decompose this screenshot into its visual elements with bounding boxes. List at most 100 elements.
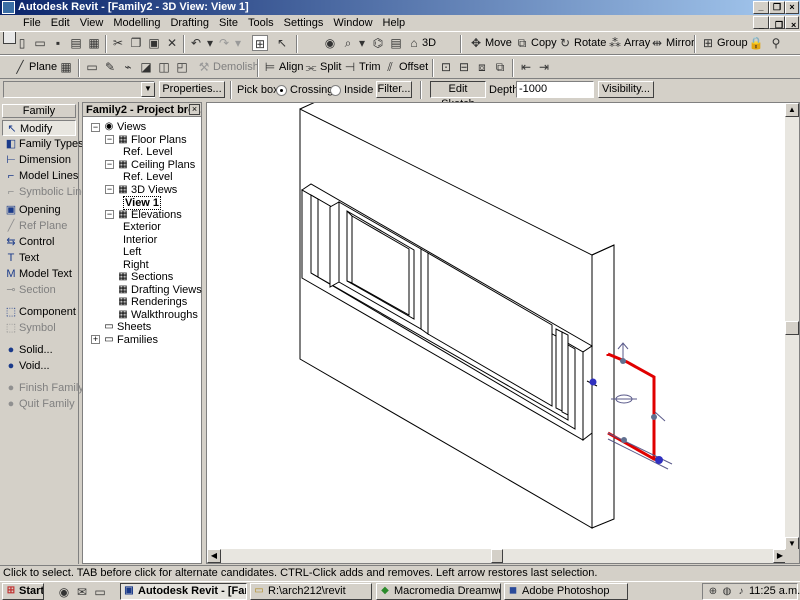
move-icon[interactable]: ✥ [468,35,484,51]
select-b-icon[interactable]: ⊟ [456,59,472,75]
copy-clip-icon[interactable]: ❐ [128,35,144,51]
offset-icon[interactable]: ⫽ [382,59,398,75]
link-b-icon[interactable]: ⇥ [536,59,552,75]
grid-icon[interactable]: ▦ [58,59,74,75]
crossing-label[interactable]: Crossing [290,82,333,98]
paste-icon[interactable]: ▣ [146,35,162,51]
close-icon[interactable]: × [785,1,799,14]
tree-node-exterior[interactable]: Exterior [123,221,161,233]
cut-icon[interactable]: ✂ [110,35,126,51]
menu-modelling[interactable]: Modelling [108,15,165,31]
tree-node-3d-views[interactable]: 3D Views [131,184,177,196]
visibility-button[interactable]: Visibility... [598,81,654,98]
design-bar-quit-family[interactable]: ● Quit Family [2,396,76,412]
design-bar-opening[interactable]: ▣ Opening [2,202,76,218]
chevron-down-icon[interactable]: ▼ [141,82,155,97]
3d-model-drawing[interactable] [207,103,787,551]
group-icon[interactable]: ⊞ [700,35,716,51]
redo-drop-icon[interactable]: ▾ [230,35,246,51]
select-a-icon[interactable]: ⊡ [438,59,454,75]
design-bar-tab-family[interactable]: Family [2,104,76,118]
unjoin-icon[interactable]: ◰ [174,59,190,75]
link-a-icon[interactable]: ⇤ [518,59,534,75]
inside-radio[interactable] [330,85,341,96]
3d-view-label[interactable]: 3D [422,35,436,51]
tree-node-floor-plans[interactable]: Floor Plans [131,134,187,146]
menu-view[interactable]: View [75,15,109,31]
open-icon[interactable]: ▭ [32,35,48,51]
design-bar-void[interactable]: ● Void... [2,358,76,374]
copy-icon[interactable]: ⧉ [514,35,530,51]
menu-tools[interactable]: Tools [243,15,279,31]
selected-sketch[interactable] [606,352,658,462]
tree-node-ref-level[interactable]: Ref. Level [123,171,173,183]
properties-button[interactable]: Properties... [159,81,225,98]
quicklaunch-outlook-icon[interactable]: ✉ [74,584,90,600]
scroll-up-icon[interactable]: ▲ [785,103,799,117]
print-icon[interactable]: ▦ [86,35,102,51]
tree-node-right[interactable]: Right [123,259,149,271]
copy-button[interactable]: Copy [531,35,557,51]
split-icon[interactable]: ⫘ [303,59,319,75]
expand-icon[interactable]: + [91,335,100,344]
menu-site[interactable]: Site [214,15,243,31]
menu-help[interactable]: Help [378,15,411,31]
horizontal-scrollbar[interactable]: ◀ ▶ [207,549,787,563]
3d-view-canvas[interactable]: ▲ ▼ ◀ ▶ [206,102,800,564]
tree-node-sheets[interactable]: Sheets [117,321,151,333]
array-icon[interactable]: ⁂ [607,35,623,51]
tree-node-left[interactable]: Left [123,246,141,258]
link-icon[interactable]: ⊞ [252,35,268,51]
delete-icon[interactable]: ✕ [164,35,180,51]
help-pointer-icon[interactable]: ↖ [274,35,290,51]
mdi-minimize-icon[interactable]: _ [753,16,769,30]
close-icon[interactable]: × [189,104,200,115]
align-button[interactable]: Align [279,59,303,75]
design-bar-finish-family[interactable]: ● Finish Family [2,380,84,396]
mdi-close-icon[interactable]: × [785,16,799,30]
lock-icon[interactable]: 🔒 [748,35,764,51]
scroll-left-icon[interactable]: ◀ [207,549,221,563]
design-bar-model-text[interactable]: M Model Text [2,266,76,282]
tree-node-interior[interactable]: Interior [123,234,157,246]
taskbar-photoshop[interactable]: ◼ Adobe Photoshop [504,583,628,600]
edit-sketch-button[interactable]: Edit Sketch [430,81,486,110]
join-icon[interactable]: ◫ [156,59,172,75]
plane-button[interactable]: Plane [29,59,57,75]
demolish-button[interactable]: Demolish [213,59,259,75]
split-face-icon[interactable]: ◪ [138,59,154,75]
design-bar-model-lines[interactable]: ⌐ Model Lines [2,168,79,184]
menu-window[interactable]: Window [328,15,377,31]
type-selector[interactable] [3,81,155,98]
horizontal-scroll-thumb[interactable] [491,549,503,563]
thin-lines-icon[interactable]: ▤ [388,35,404,51]
taskbar-dreamweaver[interactable]: ◆ Macromedia Dreamweave... [376,583,501,600]
design-bar-family-types[interactable]: ◧ Family Types... [2,136,93,152]
tree-node-drafting-views[interactable]: Drafting Views [131,284,202,296]
mdi-restore-icon[interactable]: ❐ [769,16,785,30]
plane-icon[interactable]: ╱ [12,59,28,75]
save-icon[interactable]: ▪ [50,35,66,51]
vertical-scrollbar[interactable]: ▲ ▼ [785,103,799,551]
start-button[interactable]: ⊞ Start [2,583,44,600]
depth-input[interactable]: -1000 [516,81,594,98]
tree-node-ceiling-plans[interactable]: Ceiling Plans [131,159,195,171]
taskbar-revit[interactable]: ▣ Autodesk Revit - [Fam... [120,583,247,600]
mirror-icon[interactable]: ⇹ [649,35,665,51]
trim-button[interactable]: Trim [359,59,381,75]
rotate-icon[interactable]: ↻ [557,35,573,51]
design-bar-symbolic-lines[interactable]: ⌐ Symbolic Lines [2,184,93,200]
tree-node-elevations[interactable]: Elevations [131,209,182,221]
select-c-icon[interactable]: ⧈ [474,59,490,75]
menu-file[interactable]: File [18,15,46,31]
design-bar-ref-plane[interactable]: ╱ Ref Plane [2,218,76,234]
vertical-scroll-thumb[interactable] [785,321,799,335]
split-button[interactable]: Split [320,59,341,75]
design-bar-symbol[interactable]: ⬚ Symbol [2,320,76,336]
menu-drafting[interactable]: Drafting [165,15,214,31]
paint-icon[interactable]: ⌁ [120,59,136,75]
design-bar-control[interactable]: ⇆ Control [2,234,76,250]
filter-button[interactable]: Filter... [376,81,412,98]
crossing-radio[interactable] [276,85,287,96]
menu-edit[interactable]: Edit [46,15,75,31]
